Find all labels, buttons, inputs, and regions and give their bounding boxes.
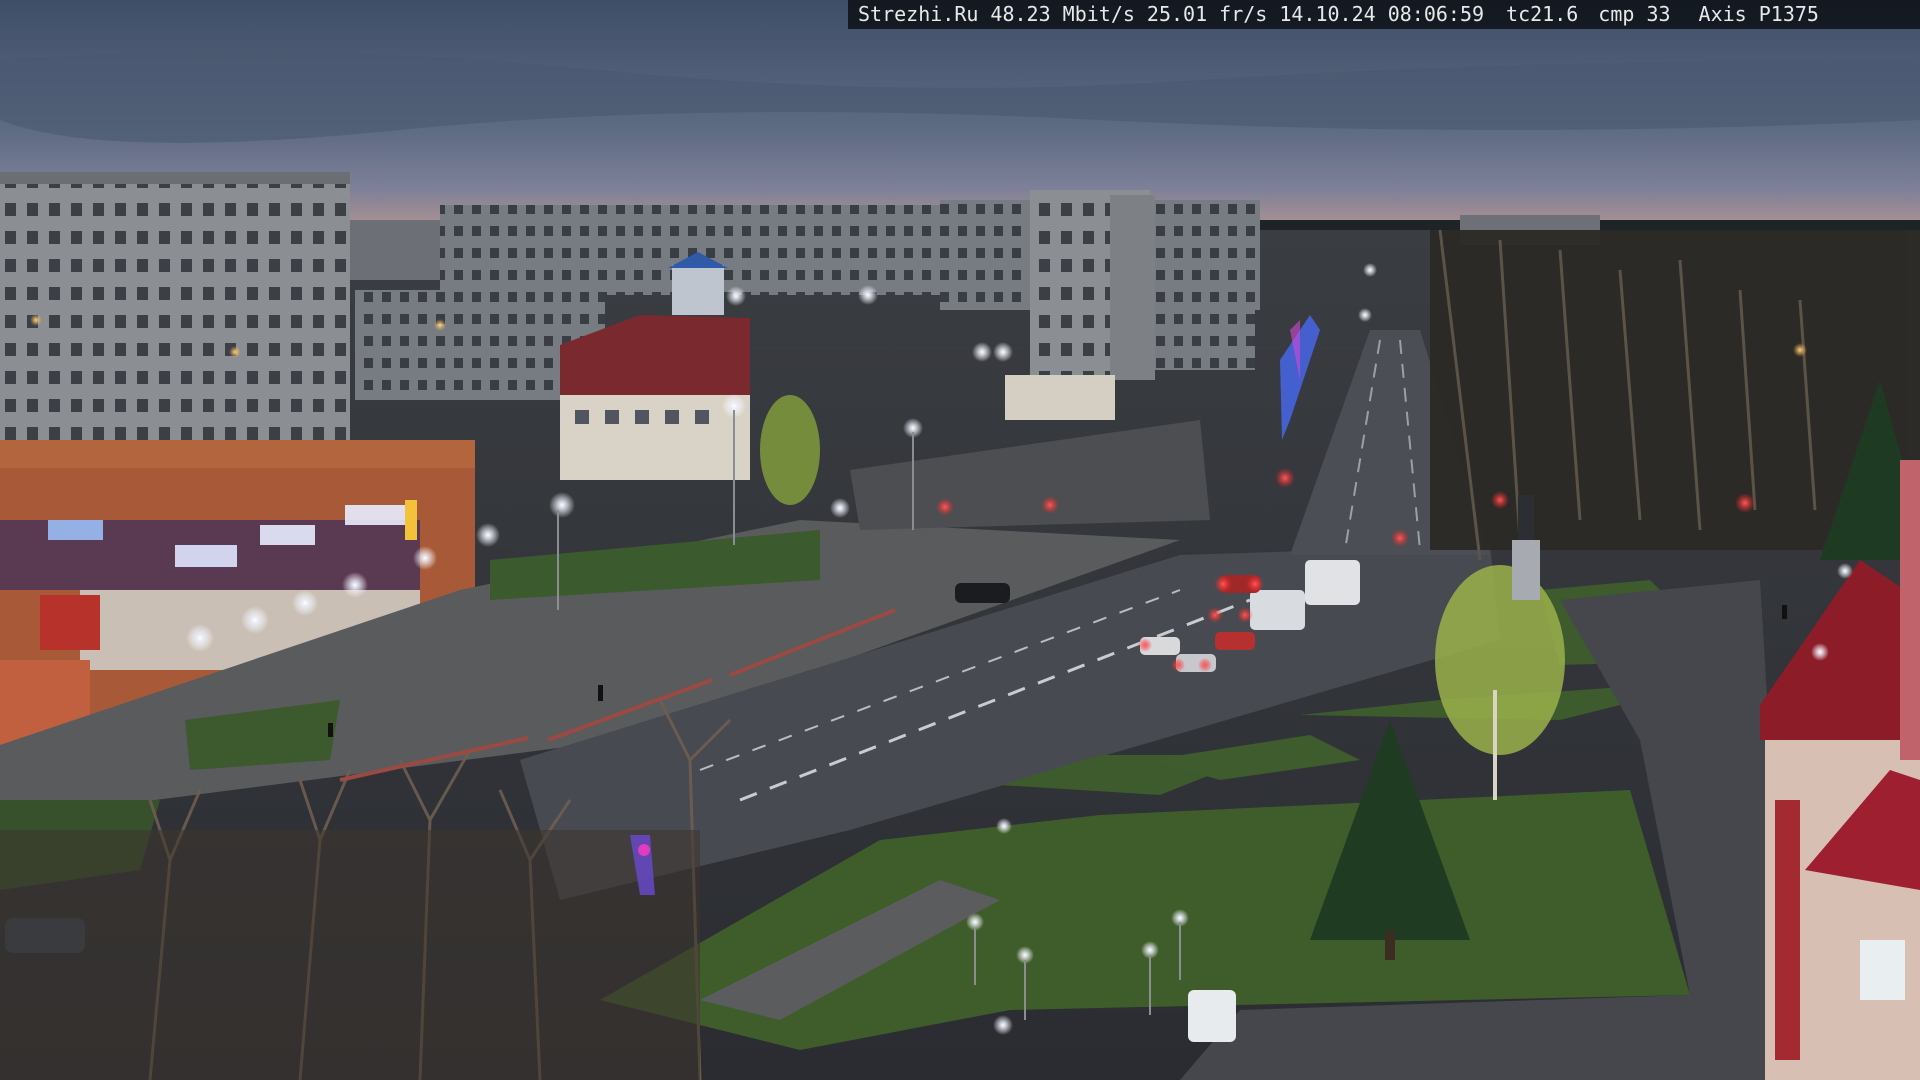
- camera-info-overlay: Strezhi.Ru 48.23 Mbit/s 25.01 fr/s 14.10.24…: [848, 0, 1920, 29]
- birch-tree: [1435, 565, 1565, 755]
- small-tree: [760, 395, 820, 505]
- blue-roof-tower: [672, 265, 724, 315]
- bitrate-readout: 48.23 Mbit/s: [990, 2, 1135, 26]
- compression-readout: cmp 33: [1598, 2, 1671, 26]
- framerate-readout: 25.01 fr/s: [1146, 2, 1268, 26]
- kiosk-building: [1005, 375, 1115, 420]
- temperature-readout: tc21.6: [1506, 2, 1579, 26]
- timestamp-readout: 14.10.24 08:06:59: [1279, 2, 1485, 26]
- site-name: Strezhi.Ru: [858, 2, 979, 26]
- webcam-scene: [0, 0, 1920, 1080]
- camera-model-readout: Axis P1375: [1698, 2, 1819, 26]
- bare-tree-mass-left: [0, 830, 700, 1080]
